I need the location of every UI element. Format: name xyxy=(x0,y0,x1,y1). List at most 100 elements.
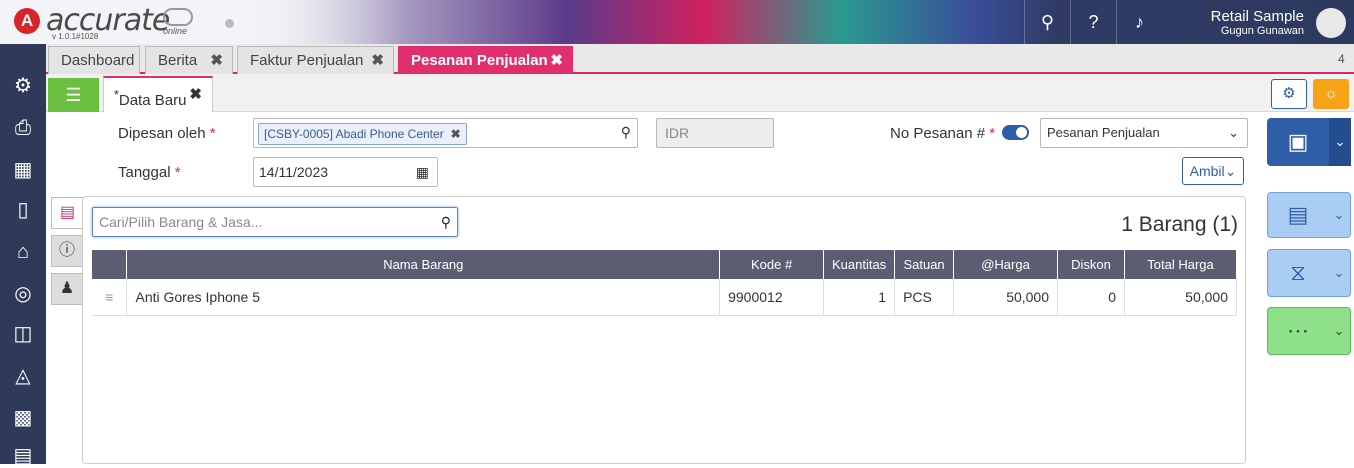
top-bar: A accurate v 1.0.1#1028 online ⚲ ? ♪ Ret… xyxy=(0,0,1354,44)
auto-number-toggle[interactable] xyxy=(1002,125,1029,140)
info-icon[interactable]: ⓘ xyxy=(51,235,83,267)
chevron-down-icon: ⌄ xyxy=(1228,125,1239,140)
table-row[interactable]: ≡ Anti Gores Iphone 5 9900012 1 PCS 50,0… xyxy=(92,279,1238,316)
tips-button[interactable]: ☼ xyxy=(1313,79,1349,109)
status-dot xyxy=(225,19,234,28)
paperclip-icon: ⧖ xyxy=(1290,260,1306,285)
bank-icon[interactable]: ⌂ xyxy=(11,240,35,264)
cell-satuan[interactable]: PCS xyxy=(894,279,955,316)
save-button[interactable]: ▣ ⌄ xyxy=(1267,118,1351,166)
tab-pesanan-penjualan[interactable]: Pesanan Penjualan ✖ xyxy=(398,46,573,74)
no-pesanan-label: No Pesanan # * xyxy=(890,125,996,142)
col-nama-barang: Nama Barang xyxy=(126,250,721,279)
drag-handle-icon[interactable]: ≡ xyxy=(92,279,128,316)
building-icon[interactable]: ▦ xyxy=(11,158,35,182)
user-name: Retail Sample xyxy=(1210,8,1304,25)
tab-label: Berita xyxy=(158,52,198,69)
tanggal-label: Tanggal * xyxy=(118,164,181,181)
tab-count[interactable]: 4 xyxy=(1338,52,1345,66)
user-company: Gugun Gunawan xyxy=(1220,25,1304,37)
avatar[interactable] xyxy=(1316,8,1346,38)
currency-field: IDR xyxy=(656,118,774,148)
sidebar: ⚙ ⎙ ▦ ▯ ⌂ ◎ ◫ ◬ ▩ ▤ xyxy=(0,44,46,467)
chevron-down-icon[interactable]: ⌄ xyxy=(1328,207,1350,223)
bell-icon[interactable]: ♪ xyxy=(1116,0,1162,44)
tab-faktur-penjualan[interactable]: Faktur Penjualan ✖ xyxy=(237,46,394,74)
cart-receipt-icon[interactable]: ◬ xyxy=(11,364,35,388)
remove-icon[interactable]: ✖ xyxy=(451,124,461,144)
more-actions-button[interactable]: ⋯ ⌄ xyxy=(1267,307,1351,355)
item-search-input[interactable]: Cari/Pilih Barang & Jasa... ⚲ xyxy=(92,207,458,237)
customer-value: [CSBY-0005] Abadi Phone Center xyxy=(264,127,444,141)
search-icon[interactable]: ⚲ xyxy=(621,124,631,141)
chevron-down-icon[interactable]: ⌄ xyxy=(1328,265,1350,281)
order-type-value: Pesanan Penjualan xyxy=(1047,125,1160,140)
attachment-button[interactable]: ⧖ ⌄ xyxy=(1267,249,1351,297)
close-icon[interactable]: ✖ xyxy=(550,47,563,74)
list-view-button[interactable]: ☰ xyxy=(48,78,99,112)
search-placeholder: Cari/Pilih Barang & Jasa... xyxy=(99,214,263,230)
money-bag-icon[interactable]: ◎ xyxy=(11,282,35,306)
cart-icon[interactable]: ◫ xyxy=(11,322,35,346)
ambil-button[interactable]: Ambil⌄ xyxy=(1182,157,1244,185)
date-value: 14/11/2023 xyxy=(259,164,329,180)
factory-icon[interactable]: ▩ xyxy=(11,406,35,430)
cell-harga[interactable]: 50,000 xyxy=(953,279,1059,316)
chevron-down-icon[interactable]: ⌄ xyxy=(1328,323,1350,339)
subtab-label: Data Baru xyxy=(118,92,187,109)
tab-label: Faktur Penjualan xyxy=(250,52,364,69)
floppy-disk-icon: ▣ xyxy=(1287,129,1309,154)
order-type-select[interactable]: Pesanan Penjualan ⌄ xyxy=(1040,118,1248,148)
col-satuan: Satuan xyxy=(894,250,955,279)
document-icon: ▤ xyxy=(1287,202,1309,227)
col-diskon: Diskon xyxy=(1057,250,1125,279)
close-icon[interactable]: ✖ xyxy=(371,47,384,74)
col-total: Total Harga xyxy=(1124,250,1238,279)
cell-diskon[interactable]: 0 xyxy=(1057,279,1125,316)
online-label: online xyxy=(163,26,188,36)
cell-kode[interactable]: 9900012 xyxy=(719,279,825,316)
no-pesanan-label-text: No Pesanan # xyxy=(890,125,986,142)
calendar-icon[interactable]: ▦ xyxy=(416,158,429,186)
col-kode: Kode # xyxy=(719,250,825,279)
item-count: 1 Barang (1) xyxy=(1121,213,1238,236)
chevron-down-icon[interactable]: ⌄ xyxy=(1329,118,1351,166)
phone-book-icon[interactable]: ▯ xyxy=(11,198,35,222)
tab-label: Dashboard xyxy=(61,52,135,69)
tab-bar: Dashboard Berita ✖ Faktur Penjualan ✖ Pesa… xyxy=(46,44,1354,74)
items-tab-icon[interactable]: ▤ xyxy=(51,197,83,229)
tanggal-label-text: Tanggal xyxy=(118,164,171,181)
cell-nama[interactable]: Anti Gores Iphone 5 xyxy=(126,279,721,316)
help-icon[interactable]: ? xyxy=(1070,0,1116,44)
dipesan-label-text: Dipesan oleh xyxy=(118,125,206,142)
handle-header xyxy=(92,250,128,279)
tab-data-baru[interactable]: *Data Baru ✖ xyxy=(103,76,213,112)
close-icon[interactable]: ✖ xyxy=(189,78,202,112)
settings-button[interactable]: ⚙ xyxy=(1271,79,1307,109)
more-dots-icon: ⋯ xyxy=(1287,318,1309,343)
accurate-logo-icon: A xyxy=(14,8,40,34)
search-icon[interactable]: ⚲ xyxy=(1024,0,1070,44)
user-info[interactable]: Retail Sample Gugun Gunawan xyxy=(1170,8,1304,37)
printer-icon[interactable]: ⎙ xyxy=(11,116,35,140)
col-kuantitas: Kuantitas xyxy=(823,250,896,279)
tab-dashboard[interactable]: Dashboard xyxy=(48,46,140,74)
search-icon[interactable]: ⚲ xyxy=(441,208,451,236)
close-icon[interactable]: ✖ xyxy=(210,47,223,74)
gear-icon[interactable]: ⚙ xyxy=(11,74,35,98)
cloud-icon xyxy=(163,8,193,26)
sub-toolbar xyxy=(46,74,1354,112)
customer-field[interactable]: [CSBY-0005] Abadi Phone Center ✖ ⚲ xyxy=(253,118,638,148)
person-money-icon[interactable]: ♟ xyxy=(51,273,83,305)
customer-chip[interactable]: [CSBY-0005] Abadi Phone Center ✖ xyxy=(258,123,467,145)
cell-total[interactable]: 50,000 xyxy=(1124,279,1238,316)
tax-icon[interactable]: ▤ xyxy=(11,444,35,468)
ambil-label: Ambil xyxy=(1189,163,1225,179)
date-field[interactable]: 14/11/2023 ▦ xyxy=(253,157,438,187)
tab-berita[interactable]: Berita ✖ xyxy=(145,46,233,74)
col-harga: @Harga xyxy=(953,250,1059,279)
cell-qty[interactable]: 1 xyxy=(823,279,896,316)
version-label: v 1.0.1#1028 xyxy=(52,32,99,41)
print-document-button[interactable]: ▤ ⌄ xyxy=(1267,192,1351,238)
tab-label: Pesanan Penjualan xyxy=(411,52,548,69)
